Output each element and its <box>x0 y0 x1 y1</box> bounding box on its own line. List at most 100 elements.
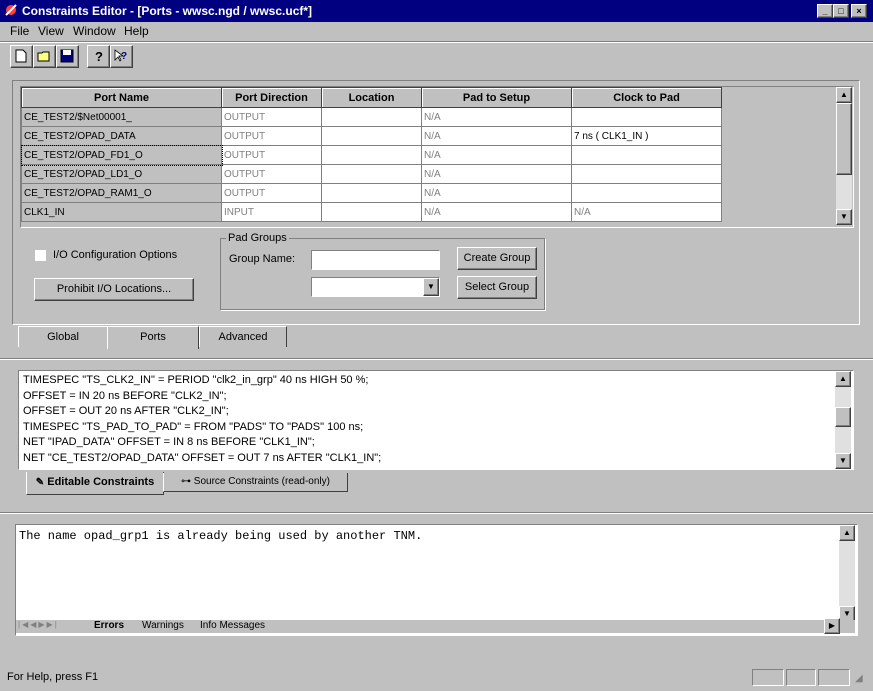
grid-cell[interactable]: INPUT <box>221 202 322 222</box>
constraint-line[interactable]: OFFSET = IN 20 ns BEFORE "CLK2_IN"; <box>23 390 227 402</box>
create-group-button[interactable]: Create Group <box>457 247 537 270</box>
grid-cell[interactable]: N/A <box>421 107 572 127</box>
grid-cell[interactable]: OUTPUT <box>221 183 322 203</box>
grid-cell[interactable] <box>321 202 422 222</box>
table-row[interactable]: CLK1_IN INPUT N/A N/A <box>21 202 722 222</box>
constraint-line[interactable]: TIMESPEC "TS_PAD_TO_PAD" = FROM "PADS" T… <box>23 421 363 433</box>
grid-cell[interactable] <box>571 164 722 184</box>
group-name-input[interactable] <box>311 250 440 270</box>
menu-view[interactable]: View <box>38 24 64 38</box>
grid-cell[interactable]: N/A <box>421 183 572 203</box>
io-config-label: I/O Configuration Options <box>53 249 178 261</box>
menu-file[interactable]: File <box>10 24 29 38</box>
scroll-down-arrow-icon[interactable]: ▼ <box>836 209 852 225</box>
grid-cell[interactable]: OUTPUT <box>221 164 322 184</box>
scroll-down-arrow-icon[interactable]: ▼ <box>835 453 851 469</box>
tab-nav-arrows-icon[interactable]: |◀◀▶▶| <box>18 620 86 632</box>
scroll-thumb[interactable] <box>835 407 851 427</box>
grid-cell[interactable]: N/A <box>421 126 572 146</box>
io-config-checkbox[interactable] <box>35 250 46 261</box>
table-row[interactable]: CE_TEST2/OPAD_DATA OUTPUT N/A 7 ns ( CLK1_I… <box>21 126 722 146</box>
table-row[interactable]: CE_TEST2/OPAD_RAM1_O OUTPUT N/A <box>21 183 722 203</box>
menu-window[interactable]: Window <box>73 24 116 38</box>
grid-column-header[interactable]: Port Direction <box>221 87 322 108</box>
constraint-line[interactable]: NET "CE_TEST2/OPAD_DATA" OFFSET = OUT 7 … <box>23 452 381 464</box>
messages-tab-bar: |◀◀▶▶| Errors Warnings Info Messages ▶ <box>16 618 855 634</box>
constraint-line[interactable]: TIMESPEC "TS_CLK2_IN" = PERIOD "clk2_in_… <box>23 374 368 386</box>
messages-scrollbar[interactable]: ▲ ▼ <box>839 525 855 622</box>
scroll-up-arrow-icon[interactable]: ▲ <box>835 371 851 387</box>
port-name-cell[interactable]: CE_TEST2/$Net00001_ <box>21 107 222 127</box>
source-constraints-label: Source Constraints (read-only) <box>193 476 330 487</box>
grid-cell[interactable] <box>571 183 722 203</box>
svg-text:?: ? <box>95 49 103 63</box>
menu-bar: File View Window Help <box>0 22 873 41</box>
tab-global[interactable]: Global <box>18 326 108 347</box>
grid-cell[interactable]: N/A <box>421 164 572 184</box>
grid-column-header[interactable]: Clock to Pad <box>571 87 722 108</box>
tab-ports[interactable]: Ports <box>107 326 199 349</box>
port-name-cell[interactable]: CLK1_IN <box>21 202 222 222</box>
resize-grip-icon[interactable]: ◢ <box>855 673 863 684</box>
table-row[interactable]: CE_TEST2/OPAD_FD1_O OUTPUT N/A <box>20 144 722 166</box>
context-help-button[interactable]: ? <box>110 45 133 68</box>
context-help-icon: ? <box>114 49 127 62</box>
menu-help[interactable]: Help <box>124 24 149 38</box>
tab-warnings[interactable]: Warnings <box>142 620 184 631</box>
grid-cell[interactable]: N/A <box>571 202 722 222</box>
messages-panel: The name opad_grp1 is already being used… <box>15 524 858 636</box>
tab-info-messages[interactable]: Info Messages <box>200 620 265 631</box>
scroll-thumb[interactable] <box>836 103 852 175</box>
grid-scrollbar[interactable]: ▲ ▼ <box>836 87 852 225</box>
tab-source-constraints[interactable]: ⊶ Source Constraints (read-only) <box>163 473 348 492</box>
scroll-up-arrow-icon[interactable]: ▲ <box>836 87 852 103</box>
group-select[interactable]: ▼ <box>311 277 440 297</box>
table-row[interactable]: CE_TEST2/$Net00001_ OUTPUT N/A <box>21 107 722 127</box>
constraint-line[interactable]: OFFSET = OUT 20 ns AFTER "CLK2_IN"; <box>23 405 229 417</box>
grid-cell[interactable] <box>321 107 422 127</box>
maximize-button[interactable]: □ <box>833 4 849 18</box>
grid-cell[interactable]: N/A <box>421 145 572 165</box>
help-button[interactable]: ? <box>87 45 110 68</box>
new-button[interactable] <box>10 45 33 68</box>
grid-cell[interactable]: OUTPUT <box>221 126 322 146</box>
svg-text:?: ? <box>121 51 127 62</box>
scroll-up-arrow-icon[interactable]: ▲ <box>839 525 855 541</box>
port-name-cell[interactable]: CE_TEST2/OPAD_RAM1_O <box>21 183 222 203</box>
prohibit-io-button[interactable]: Prohibit I/O Locations... <box>34 278 194 301</box>
grid-cell[interactable] <box>571 107 722 127</box>
constraints-editor[interactable]: TIMESPEC "TS_CLK2_IN" = PERIOD "clk2_in_… <box>18 370 854 470</box>
grid-column-header[interactable]: Port Name <box>21 87 222 108</box>
grid-cell[interactable]: OUTPUT <box>221 145 322 165</box>
dropdown-arrow-icon[interactable]: ▼ <box>423 278 439 296</box>
tab-editable-constraints[interactable]: ✎ Editable Constraints <box>26 472 164 495</box>
grid-cell[interactable] <box>321 183 422 203</box>
close-button[interactable]: × <box>851 4 867 18</box>
grid-cell[interactable]: 7 ns ( CLK1_IN ) <box>571 126 722 146</box>
open-folder-icon <box>37 51 50 62</box>
grid-column-header[interactable]: Pad to Setup <box>421 87 572 108</box>
grid-cell[interactable] <box>321 164 422 184</box>
grid-cell[interactable] <box>321 145 422 165</box>
constraint-line[interactable]: NET "IPAD_DATA" OFFSET = IN 8 ns BEFORE … <box>23 436 315 448</box>
select-group-button[interactable]: Select Group <box>457 276 537 299</box>
status-pane-3 <box>818 669 850 686</box>
grid-cell[interactable] <box>321 126 422 146</box>
grid-cell[interactable]: OUTPUT <box>221 107 322 127</box>
port-name-cell[interactable]: CE_TEST2/OPAD_FD1_O <box>20 144 223 166</box>
open-button[interactable] <box>33 45 56 68</box>
port-name-cell[interactable]: CE_TEST2/OPAD_LD1_O <box>21 164 222 184</box>
grid-column-header[interactable]: Location <box>321 87 422 108</box>
constraints-scrollbar[interactable]: ▲ ▼ <box>835 371 851 469</box>
minimize-button[interactable]: _ <box>817 4 833 18</box>
grid-cell[interactable] <box>571 145 722 165</box>
save-button[interactable] <box>56 45 79 68</box>
port-name-cell[interactable]: CE_TEST2/OPAD_DATA <box>21 126 222 146</box>
grid-cell[interactable]: N/A <box>421 202 572 222</box>
tab-errors[interactable]: Errors <box>94 620 124 631</box>
table-row[interactable]: CE_TEST2/OPAD_LD1_O OUTPUT N/A <box>21 164 722 184</box>
pad-groups-title: Pad Groups <box>226 232 289 244</box>
scroll-right-arrow-icon[interactable]: ▶ <box>824 618 840 634</box>
window-title: Constraints Editor - [Ports - wwsc.ngd /… <box>22 4 313 18</box>
tab-advanced[interactable]: Advanced <box>199 326 287 347</box>
